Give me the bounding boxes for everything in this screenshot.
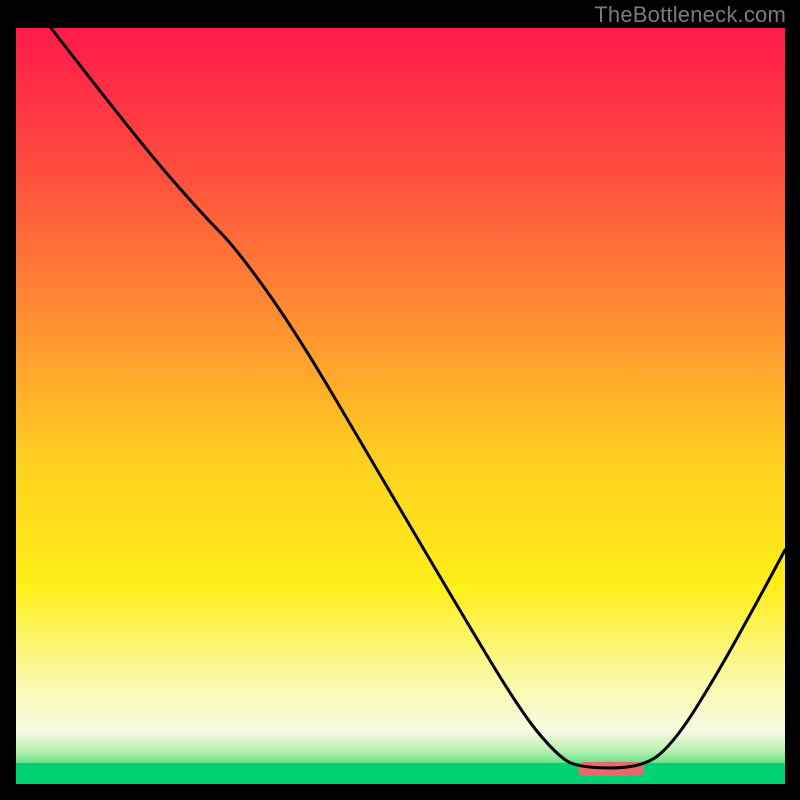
watermark-text: TheBottleneck.com: [594, 2, 786, 28]
bottleneck-curve: [16, 28, 785, 784]
plot-area: [16, 28, 785, 784]
chart-frame: TheBottleneck.com: [0, 0, 800, 800]
